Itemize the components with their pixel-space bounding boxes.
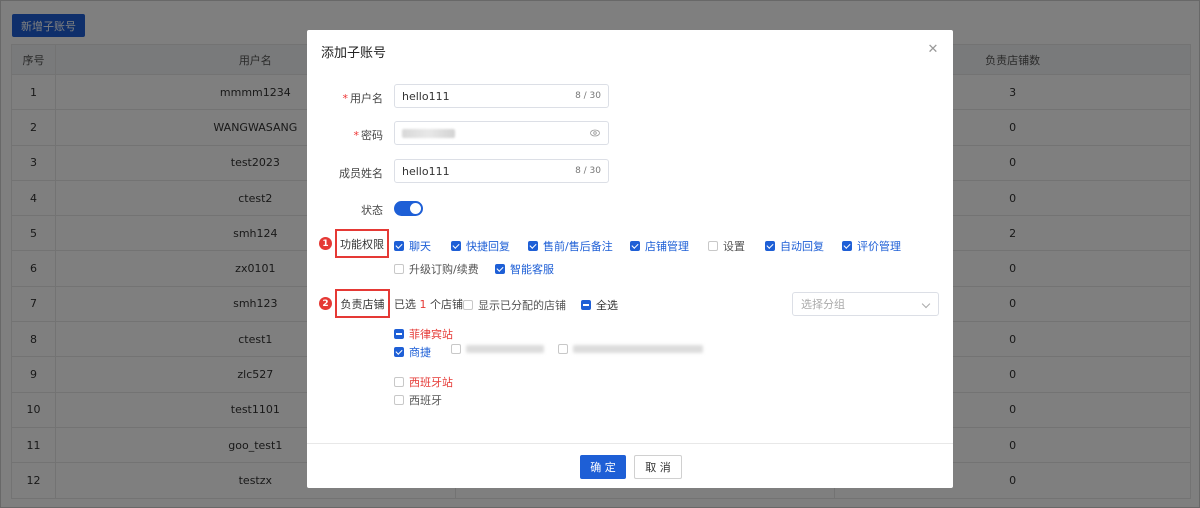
selected-shops-count: 1 (419, 298, 427, 311)
password-masked-value (402, 128, 455, 138)
eye-icon[interactable] (590, 129, 600, 137)
select-all-checkbox[interactable]: 全选 (581, 297, 618, 313)
close-icon[interactable]: ✕ (927, 43, 939, 56)
group-select-placeholder: 选择分组 (801, 298, 845, 311)
shop-spain-checkbox[interactable]: 西班牙 (394, 392, 442, 408)
perm-quick-reply-checkbox[interactable]: 快捷回复 (451, 238, 510, 254)
member-name-counter: 8 / 30 (575, 166, 601, 176)
annotation-marker-2: 2 (319, 297, 332, 310)
shop-blurred-checkbox-1[interactable] (451, 344, 544, 354)
site-spain-checkbox[interactable]: 西班牙站 (394, 374, 453, 390)
blurred-shop-name (573, 345, 703, 353)
dialog-footer: 确 定 取 消 (307, 443, 953, 488)
perm-smart-service-checkbox[interactable]: 智能客服 (495, 261, 554, 277)
member-name-value: hello111 (402, 164, 450, 178)
password-input[interactable] (394, 121, 609, 145)
perm-auto-reply-checkbox[interactable]: 自动回复 (765, 238, 824, 254)
toggle-knob (410, 203, 421, 214)
shop-blurred-checkbox-2[interactable] (558, 344, 703, 354)
perm-chat-checkbox[interactable]: 聊天 (394, 238, 431, 254)
status-label: 状态 (361, 204, 383, 217)
site-philippines-checkbox[interactable]: 菲律宾站 (394, 326, 453, 342)
password-label: * 密码 (353, 129, 384, 142)
permissions-label: 功能权限 (335, 229, 389, 258)
confirm-button[interactable]: 确 定 (580, 455, 626, 479)
perm-notes-checkbox[interactable]: 售前/售后备注 (528, 238, 613, 254)
blurred-shop-name (466, 345, 544, 353)
annotation-marker-1: 1 (319, 237, 332, 250)
perm-settings-checkbox[interactable]: 设置 (708, 238, 745, 254)
shop-shangjie-checkbox[interactable]: 商捷 (394, 344, 431, 360)
username-value: hello111 (402, 89, 450, 103)
dialog-title: 添加子账号 (321, 45, 387, 61)
chevron-down-icon (921, 299, 931, 309)
add-subaccount-dialog: 添加子账号 ✕ * 用户名 hello111 8 / 30 * 密码 成员姓名 he… (307, 30, 953, 488)
status-toggle[interactable] (394, 201, 423, 216)
member-name-input[interactable]: hello111 8 / 30 (394, 159, 609, 183)
username-counter: 8 / 30 (575, 91, 601, 101)
group-select[interactable]: 选择分组 (792, 292, 939, 316)
selected-shops-summary: 已选 1 个店铺 (394, 298, 463, 311)
shops-label: 负责店铺 (335, 289, 390, 318)
show-assigned-checkbox[interactable]: 显示已分配的店铺 (463, 297, 566, 313)
username-input[interactable]: hello111 8 / 30 (394, 84, 609, 108)
perm-review-management-checkbox[interactable]: 评价管理 (842, 238, 901, 254)
cancel-button[interactable]: 取 消 (634, 455, 682, 479)
perm-shop-management-checkbox[interactable]: 店铺管理 (630, 238, 689, 254)
username-label: * 用户名 (342, 92, 384, 105)
perm-upgrade-checkbox[interactable]: 升级订购/续费 (394, 261, 479, 277)
member-name-label: 成员姓名 (339, 167, 383, 180)
